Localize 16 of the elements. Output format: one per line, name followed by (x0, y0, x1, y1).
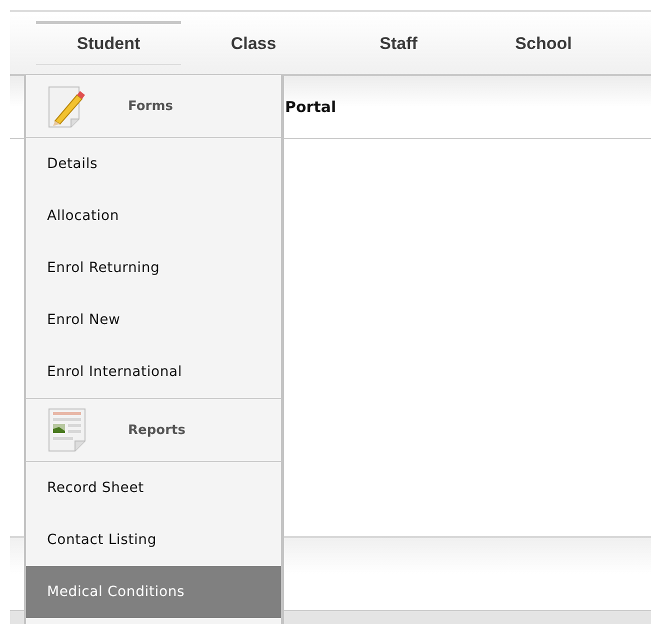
page-title: Portal (285, 98, 336, 116)
nav-tab[interactable]: Staff (326, 21, 471, 65)
nav-tab[interactable]: Student (36, 21, 181, 65)
menu-item[interactable]: Enrol International (26, 346, 281, 398)
menu-item[interactable]: Medical Conditions (26, 566, 281, 618)
menu-item[interactable]: Record Sheet (26, 462, 281, 514)
report-icon (47, 407, 87, 453)
section-title: Reports (128, 422, 186, 438)
menu-item[interactable]: Allocation (26, 190, 281, 242)
nav-tab[interactable]: Class (181, 21, 326, 65)
menu-item[interactable]: Contact Listing (26, 514, 281, 566)
menu-item[interactable]: Enrol New (26, 294, 281, 346)
nav-tab[interactable]: School (471, 21, 616, 65)
menu-item[interactable]: Enrol Returning (26, 242, 281, 294)
menu-item[interactable]: Details (26, 138, 281, 190)
section-title: Forms (128, 98, 173, 114)
